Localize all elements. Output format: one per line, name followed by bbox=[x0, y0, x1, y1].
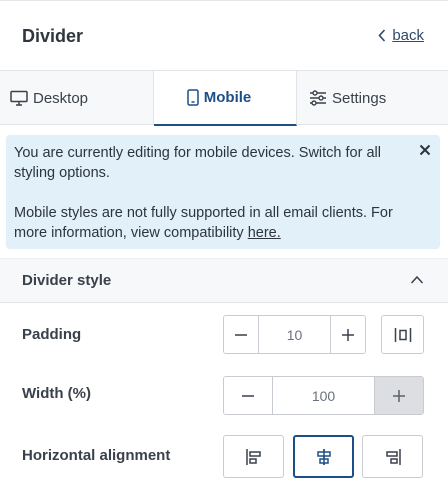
chevron-left-icon bbox=[378, 29, 386, 42]
plus-icon bbox=[393, 389, 405, 402]
align-right-button[interactable] bbox=[362, 435, 423, 478]
tab-desktop[interactable]: Desktop bbox=[0, 71, 154, 125]
info-message: You are currently editing for mobile dev… bbox=[14, 145, 381, 181]
tab-settings[interactable]: Settings bbox=[297, 71, 448, 125]
desktop-icon bbox=[10, 90, 28, 106]
width-increment-button[interactable] bbox=[375, 377, 423, 414]
back-link[interactable]: back bbox=[378, 27, 424, 44]
tab-mobile[interactable]: Mobile bbox=[154, 71, 297, 126]
width-stepper: 100 bbox=[223, 376, 424, 415]
width-decrement-button[interactable] bbox=[224, 377, 272, 414]
align-center-button[interactable] bbox=[293, 435, 354, 478]
divider-style-section-header[interactable]: Divider style bbox=[0, 258, 448, 303]
width-input[interactable]: 100 bbox=[272, 377, 375, 414]
padding-sides-icon bbox=[394, 327, 411, 342]
padding-input[interactable]: 10 bbox=[258, 316, 331, 353]
chevron-up-icon[interactable] bbox=[410, 273, 424, 287]
padding-stepper: 10 bbox=[223, 315, 366, 354]
compatibility-message: Mobile styles are not fully supported in… bbox=[14, 205, 393, 241]
mobile-info-banner: You are currently editing for mobile dev… bbox=[6, 135, 440, 249]
section-title: Divider style bbox=[22, 272, 112, 289]
padding-more-options-button[interactable] bbox=[381, 315, 424, 354]
page-title: Divider bbox=[22, 26, 84, 46]
padding-decrement-button[interactable] bbox=[224, 316, 258, 353]
plus-icon bbox=[342, 328, 354, 341]
close-icon[interactable] bbox=[418, 143, 432, 157]
alignment-label: Horizontal alignment bbox=[22, 447, 171, 464]
align-left-icon bbox=[245, 448, 261, 465]
tab-mobile-label: Mobile bbox=[203, 89, 252, 106]
minus-icon bbox=[235, 333, 247, 336]
panel-header: Divider back bbox=[0, 1, 448, 71]
compatibility-link[interactable]: here. bbox=[248, 225, 281, 241]
padding-increment-button[interactable] bbox=[331, 316, 365, 353]
align-left-button[interactable] bbox=[223, 435, 284, 478]
back-label: back bbox=[392, 27, 424, 44]
width-label: Width (%) bbox=[22, 385, 92, 402]
sliders-icon bbox=[310, 90, 326, 106]
mobile-icon bbox=[187, 89, 199, 106]
tab-desktop-label: Desktop bbox=[33, 89, 89, 107]
minus-icon bbox=[242, 394, 254, 397]
align-right-icon bbox=[385, 448, 401, 465]
tab-settings-label: Settings bbox=[332, 89, 387, 107]
padding-label: Padding bbox=[22, 326, 82, 343]
device-tabs: Desktop Mobile Settings bbox=[0, 71, 448, 126]
align-center-icon bbox=[316, 448, 331, 465]
